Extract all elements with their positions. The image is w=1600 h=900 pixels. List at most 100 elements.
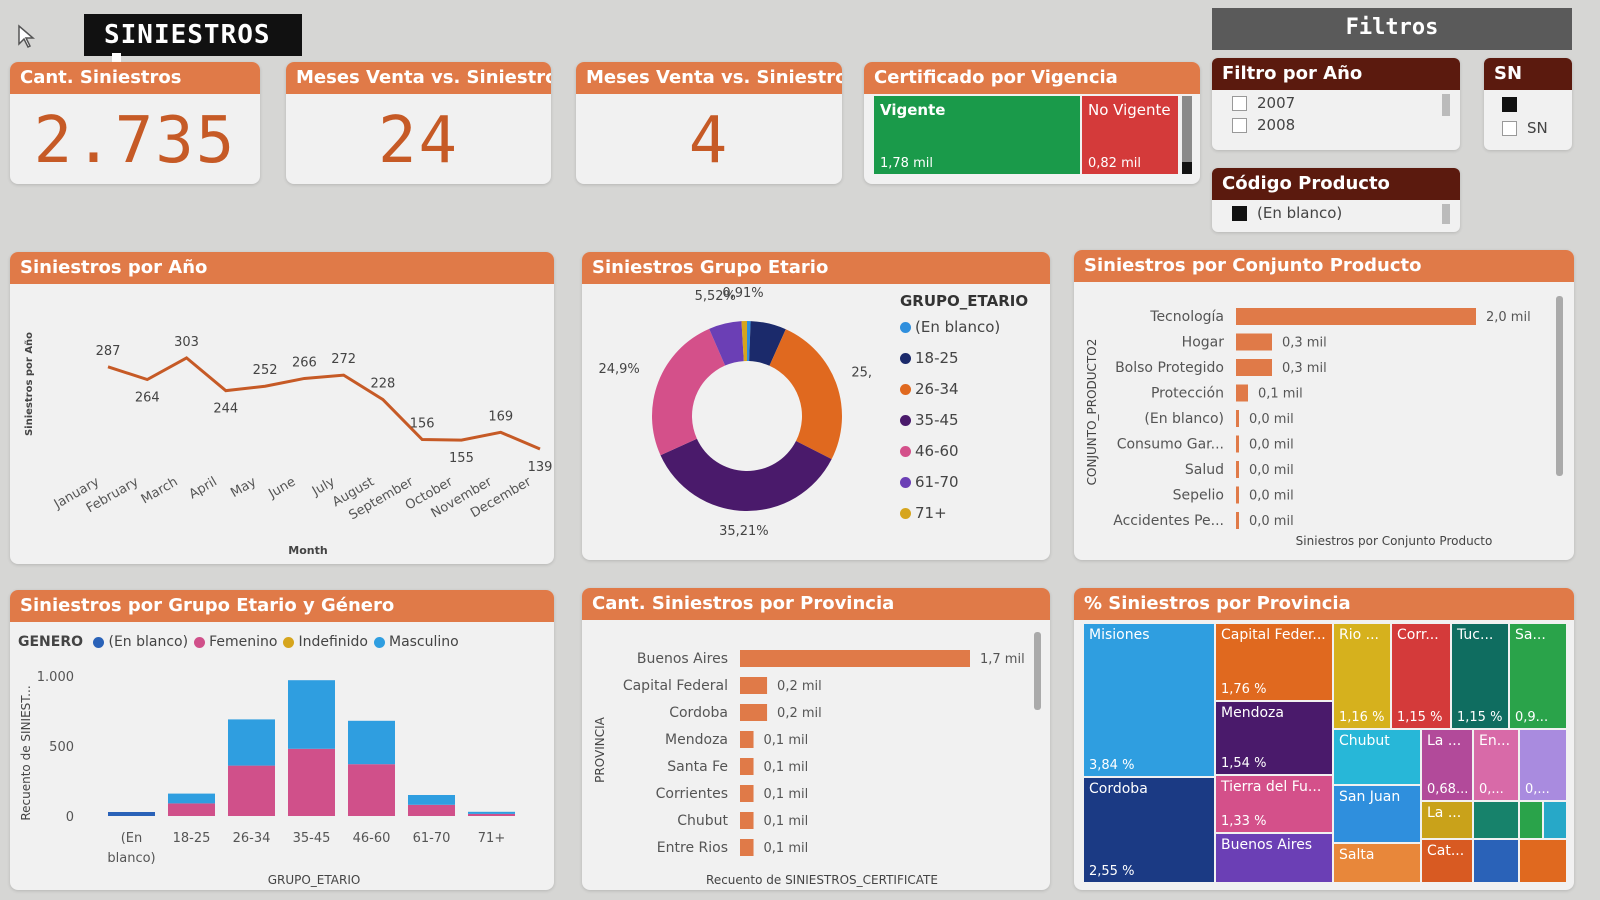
bar-segment [348,764,395,816]
checkbox[interactable] [1502,121,1517,136]
treemap-cell[interactable]: Cordoba 2,55 % [1084,778,1214,882]
treemap-cell[interactable]: 0,... [1520,730,1566,800]
vigente-block[interactable]: Vigente 1,78 mil [874,96,1080,174]
data-label: 0,1 mil [764,760,809,775]
bar-segment [468,811,515,814]
kpi-card-meses-venta-2: Meses Venta vs. Siniestro 4 [576,62,842,184]
data-label: 0,1 mil [764,787,809,802]
treemap-cell[interactable] [1544,802,1566,838]
treemap-cell[interactable]: Cat... [1422,840,1472,882]
y-tick-label: Salud [1185,462,1224,478]
sn-title: SN [1484,58,1572,90]
legend-item[interactable]: (En blanco) [900,318,1040,349]
legend-item[interactable]: (En blanco) [93,634,188,650]
y-tick-label: Buenos Aires [637,651,728,667]
treemap-cell[interactable]: En... 0,... [1474,730,1518,800]
treemap-cell[interactable]: Rio ... 1,16 % [1334,624,1390,728]
legend-item[interactable]: 61-70 [900,473,1040,504]
conjunto-bar-chart: Tecnología 2,0 mil Hogar 0,3 mil Bolso Prote… [1085,308,1531,548]
x-axis-title: Recuento de SINIESTROS_CERTIFICATE [706,873,938,887]
no-vigente-block[interactable]: No Vigente 0,82 mil [1082,96,1178,174]
legend-item[interactable]: 71+ [900,504,1040,535]
codigo-producto-title: Código Producto [1212,168,1460,200]
treemap-cell[interactable]: Tierra del Fu... 1,33 % [1216,776,1332,832]
legend-item[interactable]: Femenino [194,634,277,650]
x-tick-label: 46-60 [353,831,391,846]
treemap-cell[interactable] [1520,840,1566,882]
checkbox[interactable] [1232,118,1247,133]
kpi-card-cant-siniestros: Cant. Siniestros 2.735 [10,62,260,184]
treemap-cell[interactable]: Corr... 1,15 % [1392,624,1450,728]
bar [1236,308,1476,325]
provincia-scrollbar[interactable] [1034,632,1041,710]
y-tick-label: Cordoba [669,705,728,721]
treemap-cell[interactable]: Capital Feder... 1,76 % [1216,624,1332,700]
x-tick-label: (En [121,831,143,846]
y-tick-label: Consumo Gar... [1117,437,1224,453]
legend-item[interactable]: Masculino [373,634,459,650]
treemap-cell[interactable]: La ... [1422,802,1472,838]
data-label: 169 [488,409,513,424]
legend-item[interactable]: 35-45 [900,411,1040,442]
sn-option-blank[interactable] [1484,90,1572,117]
treemap-cell[interactable]: Misiones 3,84 % [1084,624,1214,776]
data-label: 0,3 mil [1282,361,1327,376]
etario-genero-card: Siniestros por Grupo Etario y Género GEN… [10,590,554,890]
legend-item[interactable]: Indefinido [283,634,368,650]
checkbox[interactable] [1232,96,1247,111]
treemap-cell[interactable]: San Juan [1334,786,1420,842]
legend-marker [373,636,385,648]
treemap-pct: 2,55 % [1089,864,1135,879]
bar-segment [288,748,335,816]
treemap-label: Tierra del Fu... [1221,779,1322,795]
legend-item[interactable]: 46-60 [900,442,1040,473]
data-label: 0,0 mil [1249,514,1294,529]
y-tick-label: (En blanco) [1144,411,1224,427]
bar [740,812,754,829]
slice-label: 25,45% [851,365,872,380]
legend-marker [900,477,911,488]
checkbox-checked[interactable] [1232,206,1247,221]
x-tick-label: June [265,474,298,502]
codigo-producto-option[interactable]: (En blanco) [1212,200,1460,226]
treemap-cell[interactable]: Mendoza 1,54 % [1216,702,1332,774]
treemap-label: Cordoba [1089,781,1148,797]
filtro-anio-option[interactable]: 2008 [1212,116,1460,138]
slicer-scrollbar[interactable] [1442,94,1450,116]
treemap-cell[interactable] [1474,840,1518,882]
legend-marker [283,636,295,648]
y-tick-label: Capital Federal [623,678,728,694]
y-axis-title: PROVINCIA [593,716,607,782]
filtro-anio-option[interactable]: 2007 [1212,90,1460,116]
bar-segment [348,720,395,765]
treemap-cell[interactable] [1474,802,1518,838]
treemap-pct: 1,16 % [1339,710,1385,725]
legend-label: (En blanco) [915,318,1001,336]
bar-segment [468,813,515,816]
por-anio-card: Siniestros por Año 287 264 303 244 252 266 272… [10,252,554,564]
treemap-cell[interactable]: Sa... 0,9... [1510,624,1566,728]
conjunto-title: Siniestros por Conjunto Producto [1074,250,1574,282]
legend-item[interactable]: 26-34 [900,380,1040,411]
treemap-cell[interactable]: La ... 0,68... [1422,730,1472,800]
filters-header: Filtros [1212,8,1572,50]
sn-option[interactable]: SN [1484,117,1572,139]
pct-provincia-card: % Siniestros por Provincia Misiones 3,84 … [1074,588,1574,890]
bar-segment [168,803,215,816]
legend-item[interactable]: 18-25 [900,349,1040,380]
treemap-cell[interactable]: Buenos Aires [1216,834,1332,882]
slicer-scrollbar[interactable] [1442,204,1450,224]
treemap-label: Corr... [1397,627,1439,643]
legend-label: 46-60 [915,442,959,460]
bar [740,785,754,802]
conjunto-scrollbar[interactable] [1556,296,1563,476]
treemap-cell[interactable]: Chubut [1334,730,1420,784]
por-anio-title: Siniestros por Año [10,252,554,284]
data-label: 252 [253,363,278,378]
treemap-cell[interactable]: Tuc... 1,15 % [1452,624,1508,728]
treemap-cell[interactable]: Salta [1334,844,1420,882]
legend-marker [900,322,911,333]
treemap-pct: 1,15 % [1397,710,1443,725]
treemap-cell[interactable] [1520,802,1542,838]
checkbox-checked[interactable] [1502,97,1517,112]
